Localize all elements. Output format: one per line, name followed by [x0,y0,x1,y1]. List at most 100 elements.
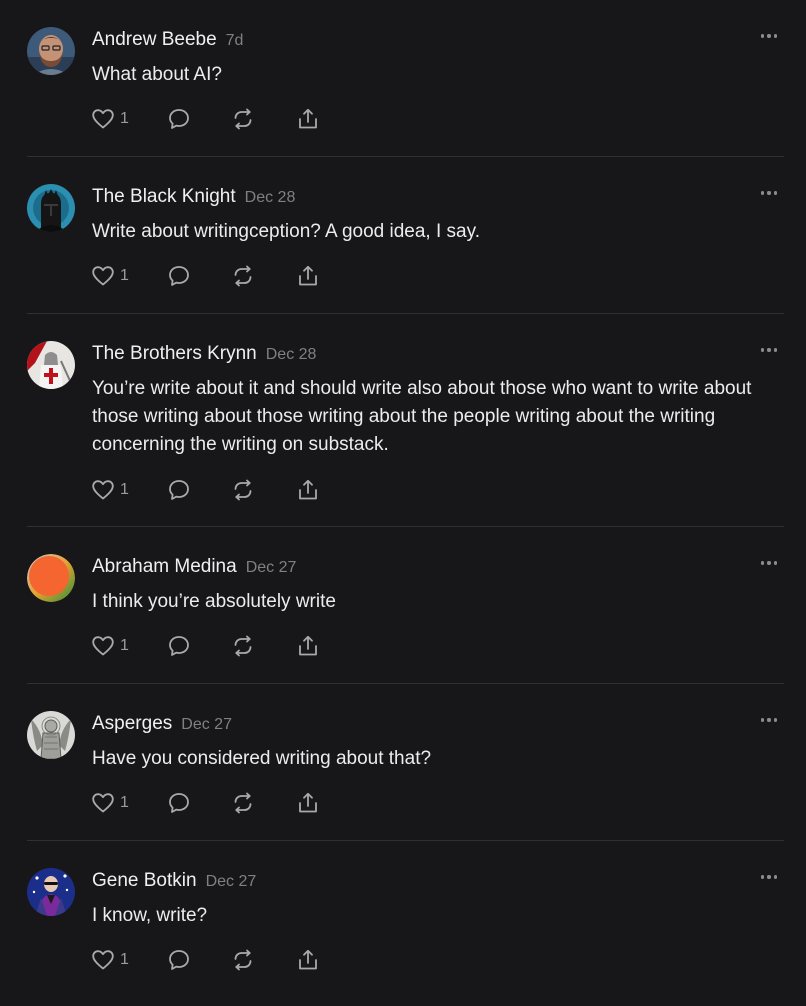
like-count: 1 [120,267,129,284]
share-upload-icon [299,949,317,970]
comment-actions: 1 [92,633,332,659]
comment-header: Abraham Medina Dec 27 [92,556,296,578]
share-button[interactable] [296,263,320,289]
comment-actions: 1 [92,477,332,503]
comment-header: The Brothers Krynn Dec 28 [92,343,316,365]
like-count: 1 [120,637,129,654]
comment-date[interactable]: Dec 27 [246,559,297,576]
author-name[interactable]: The Brothers Krynn [92,343,257,364]
restack-button[interactable] [231,633,255,659]
comment-text: I know, write? [92,905,208,926]
reply-button[interactable] [167,263,191,289]
gradient-orb-avatar-icon [27,554,75,602]
share-upload-icon [299,479,317,500]
comment-bubble-icon [169,636,189,656]
comment-date[interactable]: Dec 27 [181,716,232,733]
restack-arrows-icon [234,792,252,814]
share-upload-icon [299,108,317,129]
reply-button[interactable] [167,947,191,973]
avatar[interactable] [27,711,75,759]
comment-text: What about AI? [92,64,222,85]
restack-button[interactable] [231,947,255,973]
more-dots-icon[interactable] [761,558,781,568]
more-dots-icon[interactable] [761,715,781,725]
like-button[interactable]: 1 [92,477,129,503]
like-button[interactable]: 1 [92,263,129,289]
comment-date[interactable]: Dec 27 [206,873,257,890]
share-upload-icon [299,792,317,813]
comment-text: I think you’re absolutely write [92,591,336,612]
comment-actions: 1 [92,106,332,132]
avatar[interactable] [27,868,75,916]
comment-item: Andrew Beebe 7d What about AI? 1 [0,0,806,157]
restack-arrows-icon [234,479,252,501]
comment-item: The Brothers Krynn Dec 28 You’re write ab… [0,314,806,527]
more-dots-icon[interactable] [761,872,781,882]
heart-icon [92,480,114,500]
comment-date[interactable]: Dec 28 [245,189,296,206]
like-count: 1 [120,110,129,127]
restack-button[interactable] [231,790,255,816]
share-button[interactable] [296,106,320,132]
comment-text: Write about writingception? A good idea,… [92,221,480,242]
heart-icon [92,793,114,813]
share-button[interactable] [296,477,320,503]
author-name[interactable]: Abraham Medina [92,556,237,577]
like-button[interactable]: 1 [92,633,129,659]
restack-button[interactable] [231,106,255,132]
share-button[interactable] [296,633,320,659]
comment-text: You’re write about it and should write a… [92,378,752,455]
restack-arrows-icon [234,108,252,130]
reply-button[interactable] [167,477,191,503]
comment-item: Asperges Dec 27 Have you considered writi… [0,684,806,841]
author-name[interactable]: Asperges [92,713,172,734]
avatar[interactable] [27,341,75,389]
more-dots-icon[interactable] [761,31,781,41]
comment-actions: 1 [92,790,332,816]
heart-icon [92,109,114,129]
comment-bubble-icon [169,793,189,813]
share-upload-icon [299,635,317,656]
author-name[interactable]: The Black Knight [92,186,236,207]
comment-bubble-icon [169,480,189,500]
heart-icon [92,636,114,656]
comment-date[interactable]: 7d [226,32,244,49]
author-name[interactable]: Andrew Beebe [92,29,217,50]
share-button[interactable] [296,947,320,973]
comment-text: Have you considered writing about that? [92,748,432,769]
reply-button[interactable] [167,633,191,659]
comment-bubble-icon [169,266,189,286]
avatar[interactable] [27,554,75,602]
reply-button[interactable] [167,106,191,132]
comment-bubble-icon [169,950,189,970]
share-button[interactable] [296,790,320,816]
photo-avatar-andrew-icon [27,27,75,75]
bald-figure-avatar-icon [27,868,75,916]
knight-avatar-icon [27,184,75,232]
comment-bubble-icon [169,109,189,129]
restack-arrows-icon [234,949,252,971]
author-name[interactable]: Gene Botkin [92,870,197,891]
comment-header: Asperges Dec 27 [92,713,232,735]
like-count: 1 [120,951,129,968]
like-count: 1 [120,794,129,811]
restack-arrows-icon [234,265,252,287]
like-button[interactable]: 1 [92,106,129,132]
restack-arrows-icon [234,635,252,657]
avatar[interactable] [27,27,75,75]
restack-button[interactable] [231,263,255,289]
comment-actions: 1 [92,947,332,973]
restack-button[interactable] [231,477,255,503]
reply-button[interactable] [167,790,191,816]
more-dots-icon[interactable] [761,188,781,198]
avatar[interactable] [27,184,75,232]
more-dots-icon[interactable] [761,345,781,355]
like-button[interactable]: 1 [92,790,129,816]
angel-engraving-avatar-icon [27,711,75,759]
heart-icon [92,950,114,970]
comment-header: Andrew Beebe 7d [92,29,243,51]
comment-date[interactable]: Dec 28 [266,346,317,363]
comment-header: Gene Botkin Dec 27 [92,870,256,892]
like-button[interactable]: 1 [92,947,129,973]
like-count: 1 [120,481,129,498]
